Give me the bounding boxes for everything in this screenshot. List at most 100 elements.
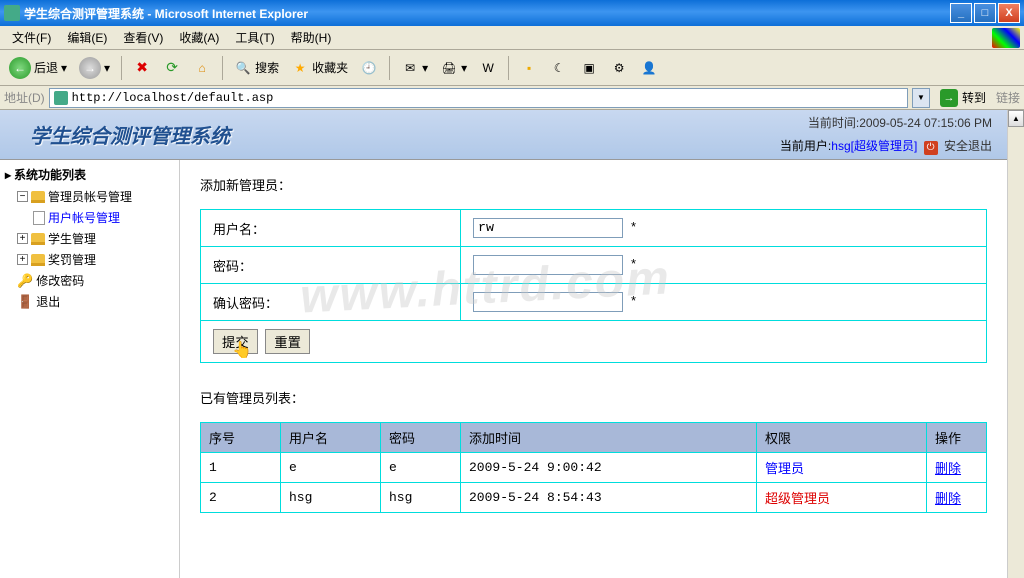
search-button[interactable]: 🔍搜索 bbox=[229, 55, 284, 81]
back-button[interactable]: ←后退 ▾ bbox=[4, 53, 72, 83]
admin-list-title: 已有管理员列表： bbox=[200, 388, 987, 407]
address-input[interactable]: http://localhost/default.asp bbox=[49, 88, 908, 108]
admin-list-table: 序号 用户名 密码 添加时间 权限 操作 1 e e 2009-5-24 9:0… bbox=[200, 422, 987, 513]
toolbar: ←后退 ▾ → ▾ ✖ ⟳ ⌂ 🔍搜索 ★收藏夹 🕘 ✉▾ 🖨▾ W ▪ ☾ ▣… bbox=[0, 50, 1024, 86]
cell-role: 超级管理员 bbox=[757, 483, 927, 513]
close-button[interactable]: X bbox=[998, 3, 1020, 23]
menubar: 文件(F) 编辑(E) 查看(V) 收藏(A) 工具(T) 帮助(H) bbox=[0, 26, 1024, 50]
cell-action: 删除 bbox=[927, 453, 987, 483]
folder-icon bbox=[31, 191, 45, 203]
delete-link[interactable]: 删除 bbox=[935, 491, 961, 506]
cell-seq: 1 bbox=[201, 453, 281, 483]
sidebar-item-reward-mgmt[interactable]: +奖罚管理 bbox=[3, 249, 176, 270]
tool-button-1[interactable]: ▪ bbox=[515, 55, 543, 81]
vertical-scrollbar[interactable]: ▲ bbox=[1007, 110, 1024, 578]
tool-button-2[interactable]: ☾ bbox=[545, 55, 573, 81]
stop-button[interactable]: ✖ bbox=[128, 55, 156, 81]
sidebar-item-logout[interactable]: 🚪退出 bbox=[3, 291, 176, 312]
sidebar-item-student-mgmt[interactable]: +学生管理 bbox=[3, 228, 176, 249]
add-admin-form: 用户名： * 密码： * 确认密码： * 提交👆 重置 bbox=[200, 209, 987, 363]
tool-icon: ⚙ bbox=[610, 59, 628, 77]
go-button[interactable]: →转到 bbox=[934, 87, 992, 109]
sidebar-item-change-pwd[interactable]: 🔑修改密码 bbox=[3, 270, 176, 291]
minimize-button[interactable]: _ bbox=[950, 3, 972, 23]
submit-button[interactable]: 提交👆 bbox=[213, 329, 258, 354]
table-row: 2 hsg hsg 2009-5-24 8:54:43 超级管理员 删除 bbox=[201, 483, 987, 513]
word-icon: W bbox=[479, 59, 497, 77]
tool-button-4[interactable]: ⚙ bbox=[605, 55, 633, 81]
password-input[interactable] bbox=[473, 255, 623, 275]
messenger-button[interactable]: 👤 bbox=[635, 55, 663, 81]
go-icon: → bbox=[940, 89, 958, 107]
cell-action: 删除 bbox=[927, 483, 987, 513]
address-dropdown[interactable]: ▼ bbox=[912, 88, 930, 108]
menu-edit[interactable]: 编辑(E) bbox=[59, 26, 115, 49]
delete-link[interactable]: 删除 bbox=[935, 461, 961, 476]
refresh-button[interactable]: ⟳ bbox=[158, 55, 186, 81]
required-mark: * bbox=[631, 293, 636, 308]
mail-button[interactable]: ✉▾ bbox=[396, 55, 433, 81]
app-icon bbox=[4, 5, 20, 21]
home-button[interactable]: ⌂ bbox=[188, 55, 216, 81]
menu-file[interactable]: 文件(F) bbox=[4, 26, 59, 49]
forward-button[interactable]: → ▾ bbox=[74, 53, 115, 83]
user-info: 当前用户:hsg[超级管理员] ⏻ 安全退出 bbox=[780, 137, 992, 155]
confirm-password-input[interactable] bbox=[473, 292, 623, 312]
cell-username: hsg bbox=[281, 483, 381, 513]
note-icon: ▪ bbox=[520, 59, 538, 77]
expand-icon[interactable]: + bbox=[17, 233, 28, 244]
sidebar-item-admin-mgmt[interactable]: −管理员帐号管理 bbox=[3, 186, 176, 207]
forward-arrow-icon: → bbox=[79, 57, 101, 79]
required-mark: * bbox=[631, 256, 636, 271]
maximize-button[interactable]: □ bbox=[974, 3, 996, 23]
crescent-icon: ☾ bbox=[550, 59, 568, 77]
sidebar: ▸系统功能列表 −管理员帐号管理 用户帐号管理 +学生管理 +奖罚管理 🔑修改密… bbox=[0, 160, 180, 578]
username-input[interactable] bbox=[473, 218, 623, 238]
add-admin-title: 添加新管理员： bbox=[200, 175, 987, 194]
separator bbox=[121, 56, 122, 80]
address-url: http://localhost/default.asp bbox=[72, 91, 274, 105]
menu-favorites[interactable]: 收藏(A) bbox=[171, 26, 227, 49]
password-label: 密码： bbox=[201, 247, 461, 284]
messenger-icon: 👤 bbox=[640, 59, 658, 77]
arrow-icon: ▸ bbox=[5, 168, 11, 182]
tool-button-3[interactable]: ▣ bbox=[575, 55, 603, 81]
expand-icon[interactable]: + bbox=[17, 254, 28, 265]
separator bbox=[508, 56, 509, 80]
links-label[interactable]: 链接 bbox=[996, 89, 1020, 106]
edit-button[interactable]: W bbox=[474, 55, 502, 81]
menu-help[interactable]: 帮助(H) bbox=[283, 26, 340, 49]
shield-icon: ▣ bbox=[580, 59, 598, 77]
col-action: 操作 bbox=[927, 423, 987, 453]
collapse-icon[interactable]: − bbox=[17, 191, 28, 202]
app-title: 学生综合测评管理系统 bbox=[10, 120, 230, 149]
favorites-button[interactable]: ★收藏夹 bbox=[286, 55, 353, 81]
col-username: 用户名 bbox=[281, 423, 381, 453]
refresh-icon: ⟳ bbox=[163, 59, 181, 77]
search-icon: 🔍 bbox=[234, 59, 252, 77]
username-label: 用户名： bbox=[201, 210, 461, 247]
reset-button[interactable]: 重置 bbox=[265, 329, 310, 354]
confirm-password-label: 确认密码： bbox=[201, 284, 461, 321]
window-titlebar: 学生综合测评管理系统 - Microsoft Internet Explorer… bbox=[0, 0, 1024, 26]
star-icon: ★ bbox=[291, 59, 309, 77]
menu-view[interactable]: 查看(V) bbox=[115, 26, 171, 49]
cell-username: e bbox=[281, 453, 381, 483]
user-link[interactable]: hsg[超级管理员] bbox=[831, 139, 917, 153]
back-arrow-icon: ← bbox=[9, 57, 31, 79]
logout-link[interactable]: 安全退出 bbox=[944, 139, 992, 153]
print-icon: 🖨 bbox=[440, 59, 458, 77]
col-addtime: 添加时间 bbox=[461, 423, 757, 453]
sidebar-item-user-acct[interactable]: 用户帐号管理 bbox=[3, 207, 176, 228]
separator bbox=[222, 56, 223, 80]
col-password: 密码 bbox=[381, 423, 461, 453]
ie-logo-icon bbox=[992, 28, 1020, 48]
required-mark: * bbox=[631, 219, 636, 234]
app-header: 学生综合测评管理系统 当前时间:2009-05-24 07:15:06 PM 当… bbox=[0, 110, 1007, 160]
menu-tools[interactable]: 工具(T) bbox=[227, 26, 282, 49]
cell-password: e bbox=[381, 453, 461, 483]
cell-password: hsg bbox=[381, 483, 461, 513]
history-button[interactable]: 🕘 bbox=[355, 55, 383, 81]
print-button[interactable]: 🖨▾ bbox=[435, 55, 472, 81]
scroll-up-button[interactable]: ▲ bbox=[1008, 110, 1024, 127]
